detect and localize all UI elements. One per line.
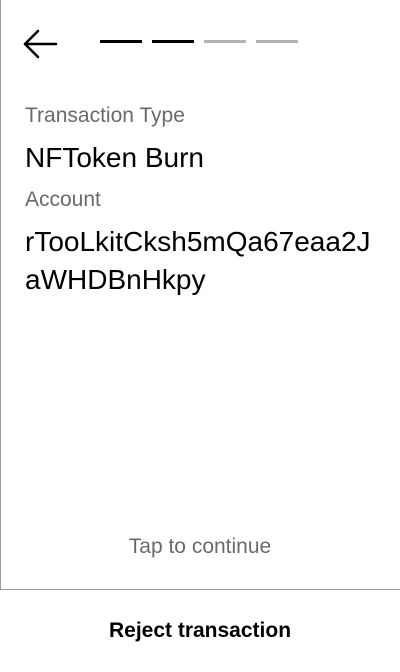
- back-button[interactable]: [22, 28, 60, 60]
- screen-left-border: [0, 0, 1, 672]
- reject-transaction-button[interactable]: Reject transaction: [0, 590, 400, 672]
- arrow-left-icon: [23, 29, 58, 59]
- account-label: Account: [25, 188, 101, 211]
- tap-to-continue-hint[interactable]: Tap to continue: [0, 532, 400, 562]
- step-progress-indicator: [100, 40, 298, 43]
- progress-step-1: [100, 40, 142, 43]
- transaction-type-value: NFToken Burn: [25, 142, 204, 173]
- progress-step-4: [256, 40, 298, 43]
- progress-step-3: [204, 40, 246, 43]
- transaction-type-label: Transaction Type: [25, 104, 185, 127]
- account-value: rTooLkitCksh5mQa67eaa2JaWHDBnHkpy: [25, 226, 371, 295]
- progress-step-2: [152, 40, 194, 43]
